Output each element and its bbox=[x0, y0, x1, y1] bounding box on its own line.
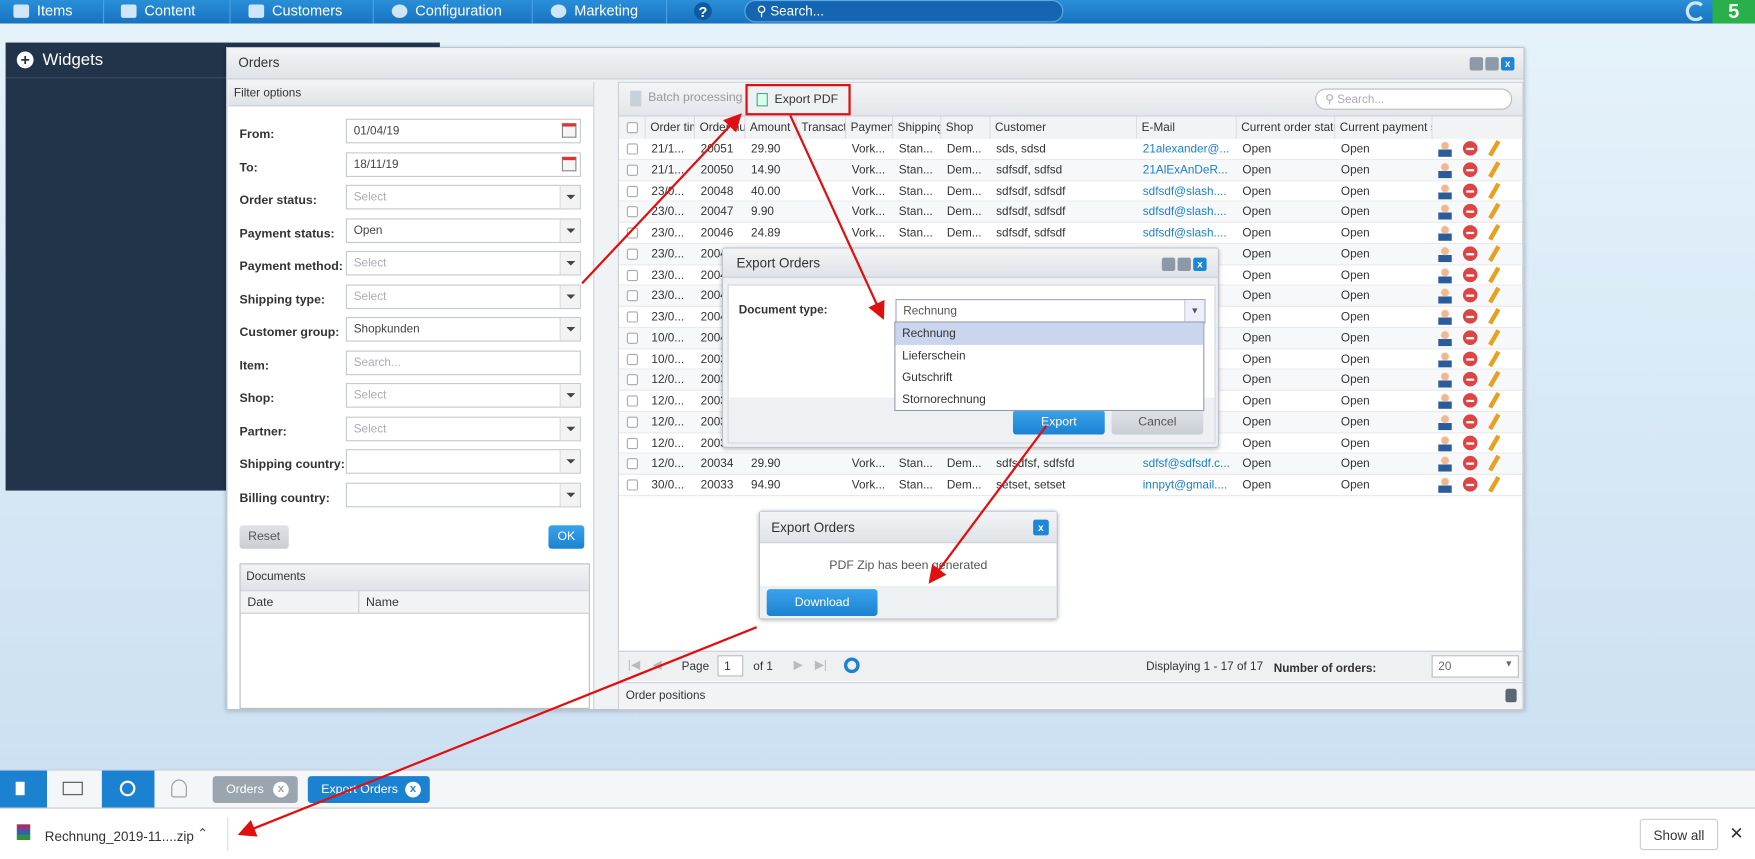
annotation-arrow bbox=[237, 626, 758, 837]
annotation-arrow bbox=[928, 424, 1048, 584]
annotation-arrows bbox=[237, 113, 1048, 837]
annotation-arrow bbox=[581, 113, 742, 285]
annotation-arrow bbox=[789, 114, 885, 320]
